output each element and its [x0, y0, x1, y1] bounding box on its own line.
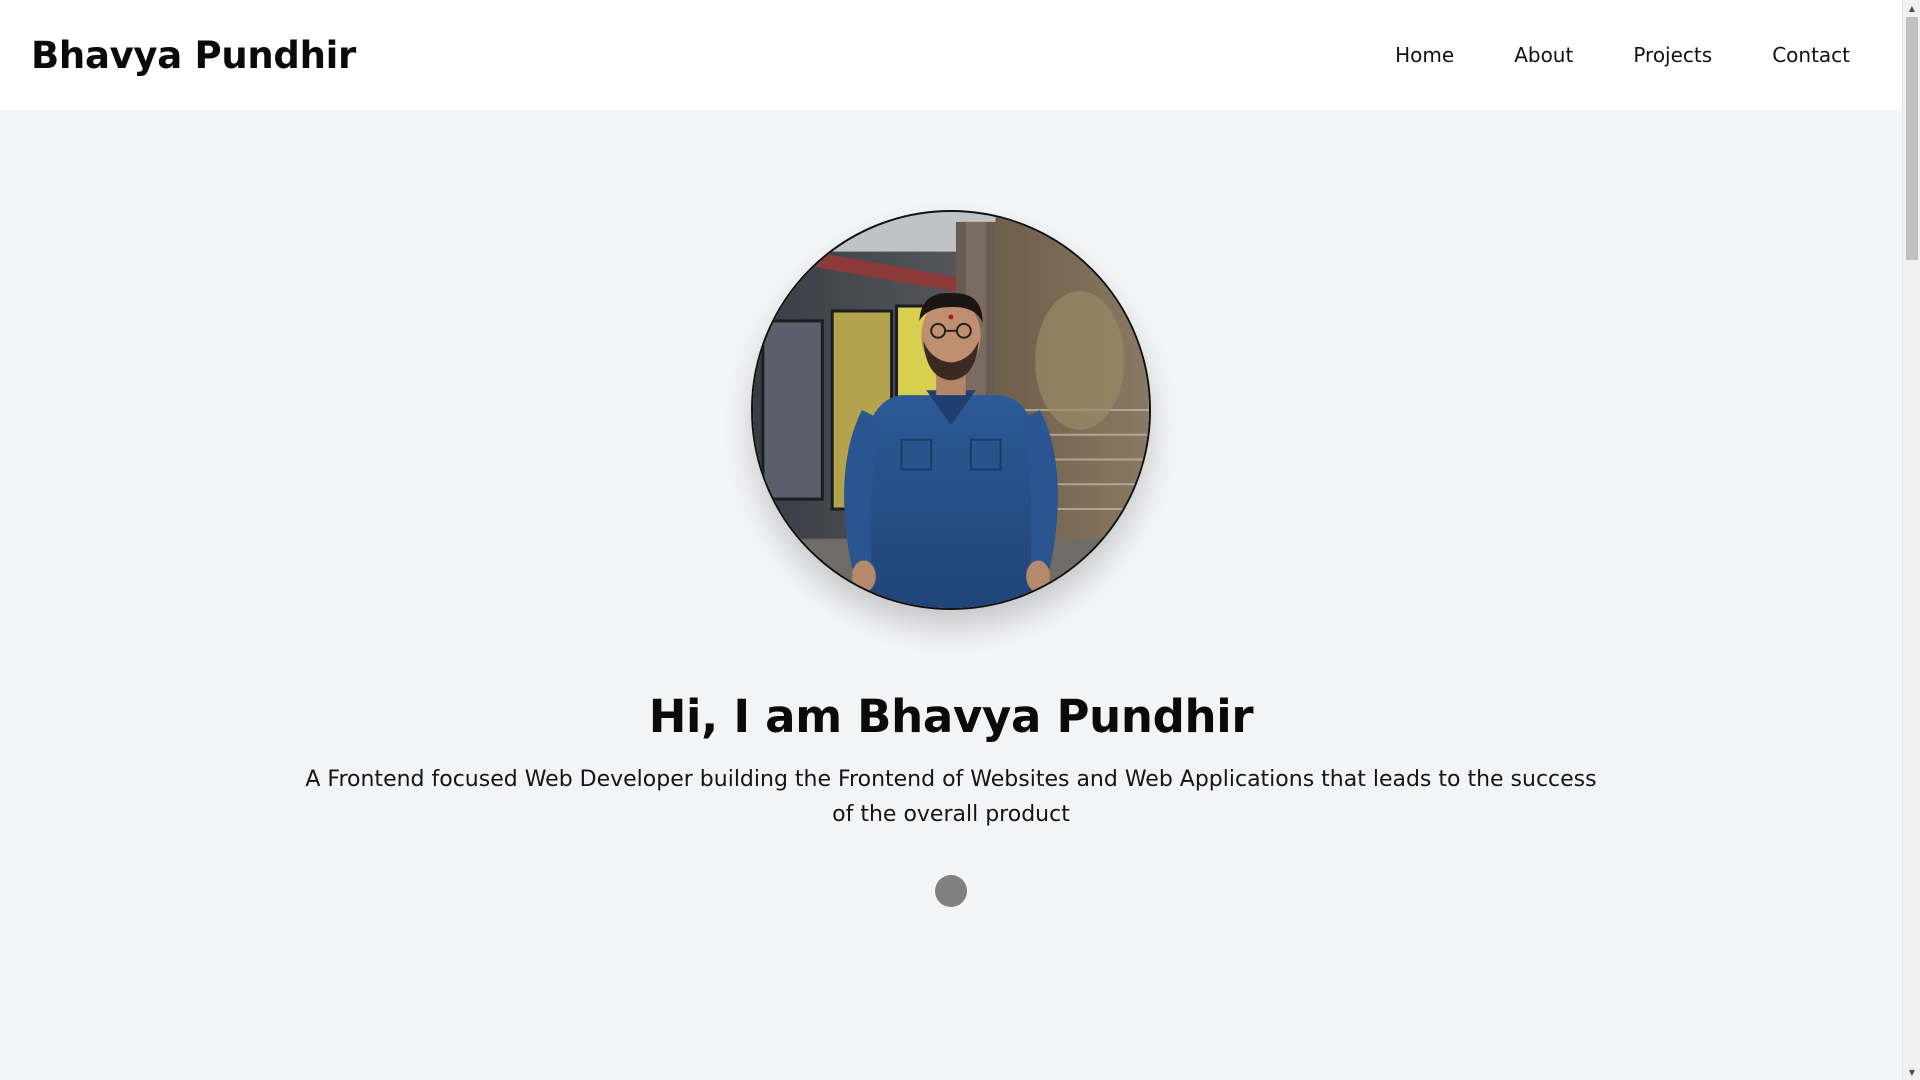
profile-photo-illustration: [753, 212, 1149, 608]
scroll-up-arrow-icon[interactable]: ▲: [1903, 0, 1920, 16]
nav-link-about[interactable]: About: [1514, 43, 1573, 67]
nav-link-projects[interactable]: Projects: [1633, 43, 1712, 67]
hero-tagline: A Frontend focused Web Developer buildin…: [305, 767, 1597, 827]
page-scrollbar[interactable]: ▲ ▼: [1902, 0, 1920, 1080]
scroll-down-arrow-icon[interactable]: ▼: [1903, 1064, 1920, 1080]
hero-section: Hi, I am Bhavya Pundhir A Frontend focus…: [0, 110, 1902, 1080]
site-header: Bhavya Pundhir Home About Projects Conta…: [0, 0, 1902, 110]
profile-photo: [751, 210, 1151, 610]
hero-headline: Hi, I am Bhavya Pundhir: [648, 690, 1254, 743]
main-nav: Home About Projects Contact: [1395, 43, 1850, 67]
brand-logo[interactable]: Bhavya Pundhir: [31, 34, 356, 77]
nav-link-home[interactable]: Home: [1395, 43, 1454, 67]
scroll-thumb[interactable]: [1906, 17, 1918, 260]
nav-link-contact[interactable]: Contact: [1772, 43, 1850, 67]
scroll-indicator-dot[interactable]: [935, 875, 967, 907]
